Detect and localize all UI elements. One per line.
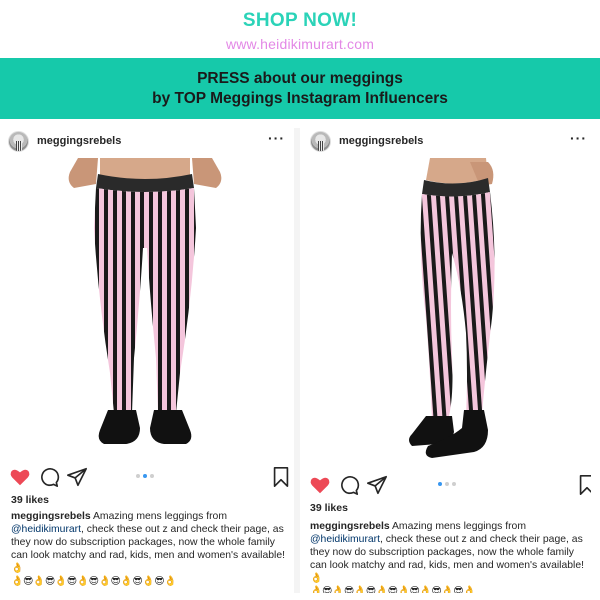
post-username[interactable]: meggingsrebels (339, 135, 423, 147)
caption-mention[interactable]: @heidikimurart (310, 534, 380, 545)
more-options-icon[interactable]: ··· (268, 130, 285, 146)
post-actions (0, 466, 289, 490)
more-options-icon[interactable]: ··· (570, 130, 587, 146)
carousel-indicator (437, 482, 456, 486)
carousel-dot-active (142, 474, 147, 478)
avatar[interactable] (8, 131, 29, 152)
instagram-post-left: meggingsrebels ··· 39 likes meggingsrebe… (0, 128, 289, 593)
shop-now-heading[interactable]: SHOP NOW! (0, 10, 600, 32)
post-actions (302, 474, 591, 498)
caption-mention[interactable]: @heidikimurart (11, 524, 81, 535)
leggings (94, 188, 196, 413)
right-hand (192, 158, 222, 188)
post-caption: meggingsrebels Amazing mens leggings fro… (11, 510, 289, 588)
post-username[interactable]: meggingsrebels (37, 135, 121, 147)
left-hand (68, 158, 98, 188)
post-caption: meggingsrebels Amazing mens leggings fro… (310, 520, 590, 593)
post-divider (294, 128, 300, 593)
carousel-dot-active (437, 482, 442, 486)
carousel-dot (135, 474, 140, 478)
bookmark-icon[interactable] (576, 474, 591, 496)
likes-count[interactable]: 39 likes (11, 494, 49, 506)
bookmark-icon[interactable] (270, 466, 289, 488)
carousel-dot (444, 482, 449, 486)
website-url[interactable]: www.heidikimurart.com (0, 36, 600, 52)
post-photo-front-view[interactable] (0, 158, 289, 463)
likes-count[interactable]: 39 likes (310, 502, 348, 514)
caption-emoji-line: 👌 (310, 573, 322, 584)
comment-icon[interactable] (338, 474, 360, 496)
share-icon[interactable] (366, 474, 388, 496)
banner-line-1: PRESS about our meggings (197, 70, 403, 87)
caption-emoji-line: 👌😎👌😎👌😎👌😎👌😎👌😎👌😎👌 (310, 586, 476, 593)
carousel-dot (149, 474, 154, 478)
caption-text: Amazing mens leggings from (90, 511, 227, 522)
torso (100, 158, 190, 180)
leggings-side-photo (409, 158, 495, 458)
post-photo-side-view[interactable] (302, 158, 591, 471)
carousel-indicator (135, 474, 154, 478)
leggings (420, 192, 495, 420)
share-icon[interactable] (66, 466, 88, 488)
caption-emoji-line: 👌😎👌😎👌😎👌😎👌😎👌😎👌😎👌 (11, 576, 177, 587)
left-shoe (98, 410, 140, 444)
press-banner: PRESS about our meggings by TOP Meggings… (0, 58, 600, 119)
avatar[interactable] (310, 131, 331, 152)
caption-username[interactable]: meggingsrebels (310, 521, 390, 532)
heart-icon[interactable] (309, 474, 331, 496)
comment-icon[interactable] (38, 466, 60, 488)
carousel-dot (451, 482, 456, 486)
caption-emoji-line: 👌 (11, 563, 23, 574)
leggings-front-photo (68, 158, 222, 444)
post-header: meggingsrebels ··· (0, 128, 289, 158)
caption-username[interactable]: meggingsrebels (11, 511, 91, 522)
post-header: meggingsrebels ··· (302, 128, 591, 158)
right-shoe (150, 410, 192, 444)
instagram-post-right: meggingsrebels ··· 39 likes meggingsrebe… (302, 128, 591, 593)
caption-text: Amazing mens leggings from (389, 521, 526, 532)
heart-icon[interactable] (9, 466, 31, 488)
banner-line-2: by TOP Meggings Instagram Influencers (152, 90, 448, 107)
